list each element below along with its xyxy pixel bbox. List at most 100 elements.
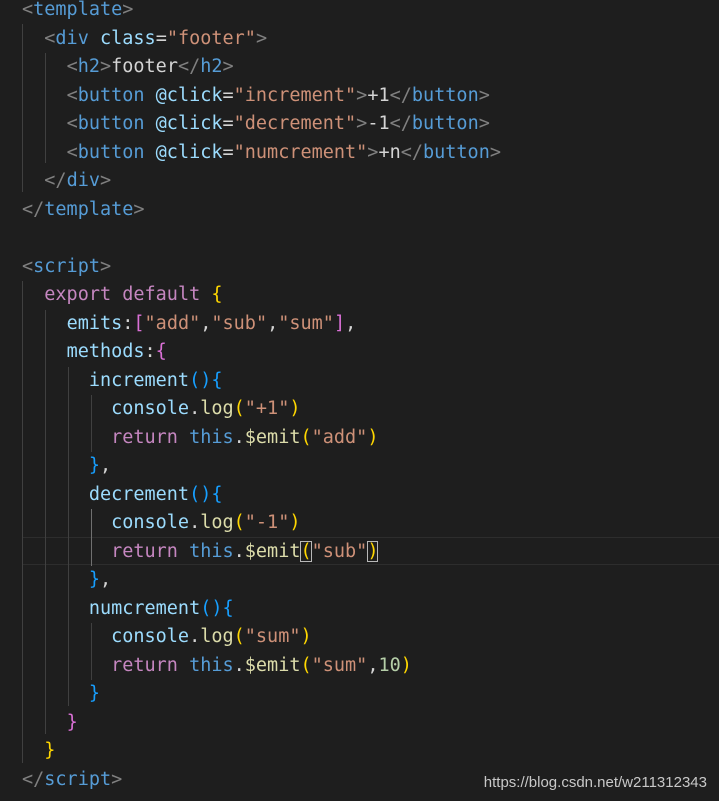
code-token: script xyxy=(33,255,100,277)
code-token: . xyxy=(233,426,245,448)
code-token: . xyxy=(189,626,201,647)
code-editor[interactable]: <template> <div class="footer"> <h2>foot… xyxy=(0,0,719,801)
code-line: <button @click="decrement">-1</button> xyxy=(22,110,490,139)
code-token: log xyxy=(200,626,234,647)
code-token: @click xyxy=(155,141,223,163)
code-token: ) xyxy=(400,654,412,676)
code-token: @click xyxy=(155,113,223,134)
code-token: button xyxy=(411,84,479,106)
code-token: > xyxy=(99,56,112,77)
code-token: "increment" xyxy=(233,84,357,106)
code-token: log xyxy=(200,398,234,419)
code-token: , xyxy=(99,455,112,476)
code-token: } xyxy=(66,711,78,733)
code-token: @click xyxy=(155,84,223,106)
code-line: </script> xyxy=(22,766,122,795)
code-token: return xyxy=(111,540,178,562)
code-token: h2 xyxy=(77,56,100,77)
code-line: } xyxy=(22,709,78,738)
code-token: ) xyxy=(289,398,301,419)
code-token: </ xyxy=(400,141,423,163)
code-token: , xyxy=(367,654,379,676)
code-token: footer xyxy=(111,56,178,77)
code-line: } xyxy=(22,737,55,766)
code-token: </ xyxy=(177,56,201,77)
code-token: , xyxy=(99,569,112,590)
code-line: <div class="footer"> xyxy=(22,25,267,54)
code-token: export xyxy=(44,284,112,305)
code-token: : xyxy=(122,312,134,334)
code-token: -1 xyxy=(367,113,390,134)
code-token: ( xyxy=(233,398,245,419)
code-token: methods xyxy=(66,341,145,362)
code-line: </template> xyxy=(22,196,145,225)
code-token: , xyxy=(200,312,212,334)
code-line: decrement(){ xyxy=(22,481,223,510)
code-token: "add" xyxy=(311,426,368,448)
code-token: = xyxy=(222,141,234,163)
code-line: console.log("sum") xyxy=(22,623,312,652)
code-line: <h2>footer</h2> xyxy=(22,53,234,82)
code-token: > xyxy=(356,84,368,106)
code-token: < xyxy=(66,84,78,106)
code-token: > xyxy=(255,27,268,49)
code-token: "+1" xyxy=(244,398,290,419)
code-token: button xyxy=(77,141,145,163)
code-token: ) xyxy=(367,540,379,562)
code-token: > xyxy=(111,768,123,790)
code-token: </ xyxy=(22,198,45,220)
code-token: ( xyxy=(300,540,312,562)
code-token: > xyxy=(99,170,112,191)
code-token: = xyxy=(155,27,167,49)
code-token: , xyxy=(345,312,357,334)
code-token: button xyxy=(77,84,145,106)
code-token: increment xyxy=(88,369,190,391)
code-line: return this.$emit("sum",10) xyxy=(22,652,412,681)
code-token: 10 xyxy=(378,654,401,676)
code-token: template xyxy=(33,0,123,20)
code-line: <button @click="numcrement">+n</button> xyxy=(22,139,501,168)
code-token: > xyxy=(99,255,112,277)
code-token: div xyxy=(55,27,89,49)
code-token: > xyxy=(478,84,490,106)
code-token: : xyxy=(144,341,156,362)
code-token: } xyxy=(88,455,100,476)
code-token: console xyxy=(111,512,190,533)
code-line: emits:["add","sub","sum"], xyxy=(22,310,357,339)
code-token: > xyxy=(489,141,501,163)
code-token: button xyxy=(77,113,145,134)
code-token: "sum" xyxy=(244,626,301,647)
code-token: "decrement" xyxy=(233,113,357,134)
code-token: < xyxy=(44,27,56,49)
code-line: }, xyxy=(22,566,111,595)
code-token: +n xyxy=(378,141,401,163)
code-token: this xyxy=(189,540,234,562)
code-token: { xyxy=(222,597,234,619)
code-token: "sum" xyxy=(278,312,334,334)
code-token: "footer" xyxy=(166,27,256,49)
code-token: . xyxy=(189,398,201,419)
code-token: ( xyxy=(300,654,312,676)
code-token: "-1" xyxy=(244,512,290,533)
code-token: "sum" xyxy=(311,654,368,676)
code-line: } xyxy=(22,680,100,709)
code-token: } xyxy=(88,569,100,590)
code-line: numcrement(){ xyxy=(22,595,234,624)
code-line: <template> xyxy=(22,0,133,25)
code-token: < xyxy=(66,113,78,134)
